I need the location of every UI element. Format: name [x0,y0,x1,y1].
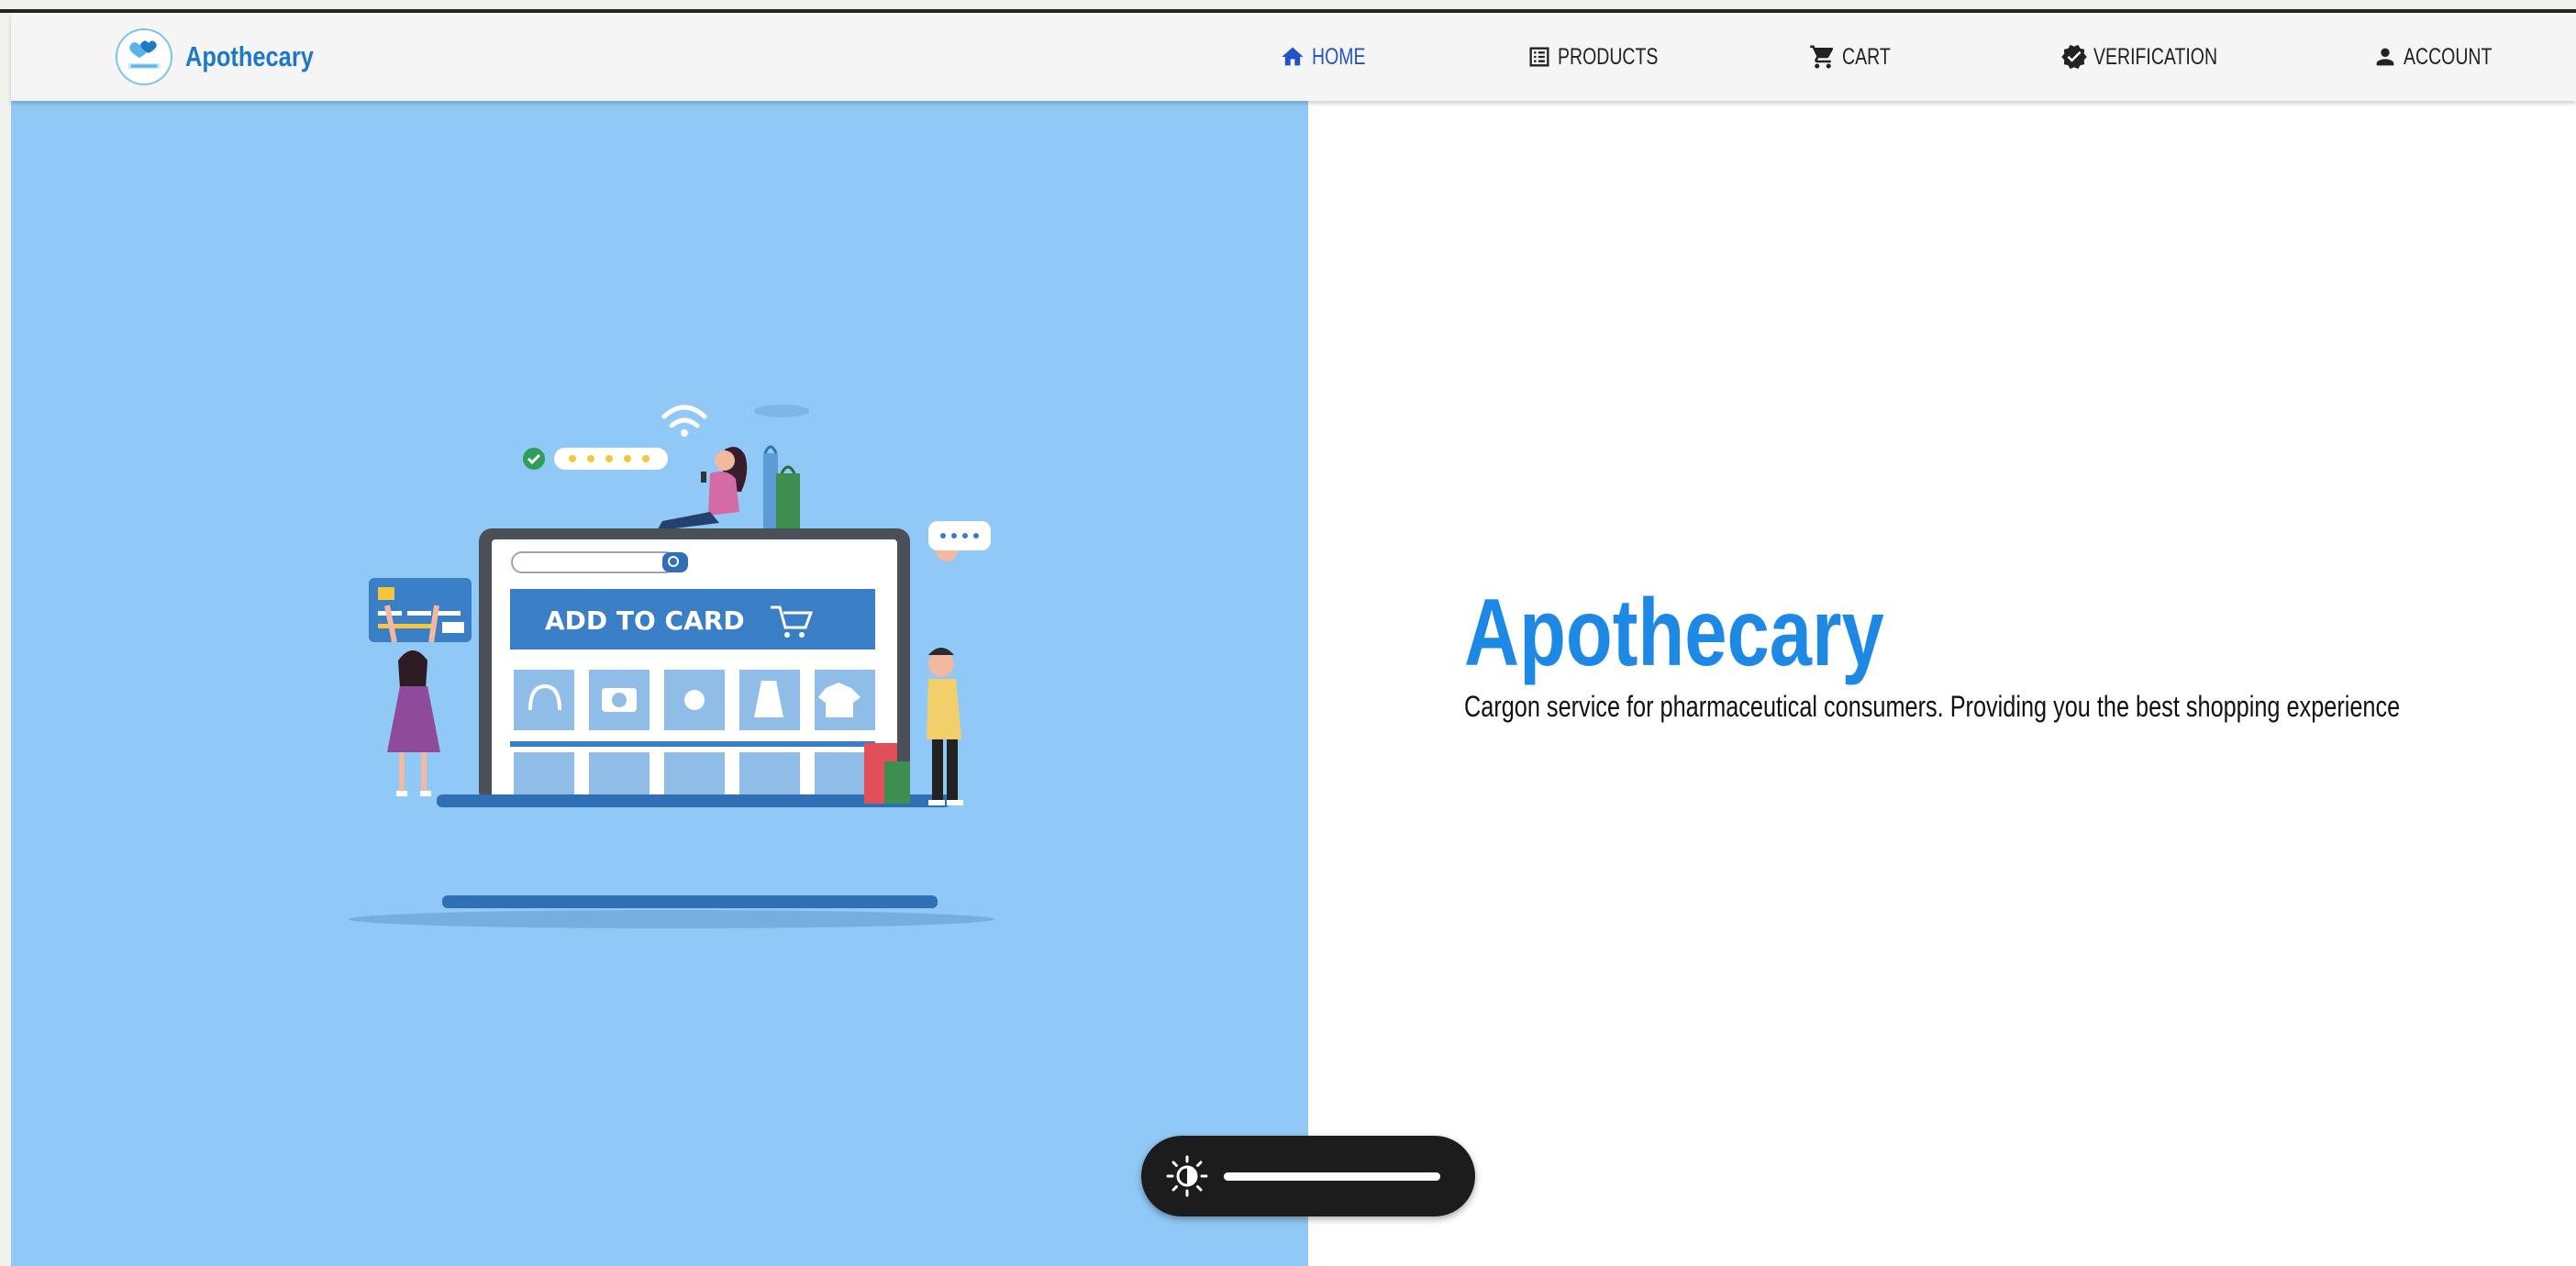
cart-icon [1810,45,1834,69]
nav-home[interactable]: HOME [1279,40,1381,73]
hero-illustration-panel: ADD TO CARD [11,101,1308,1266]
hero-subtitle: Cargon service for pharmaceutical consum… [1464,690,2401,723]
brightness-contrast-icon[interactable] [1165,1154,1209,1198]
nav-verification[interactable]: VERIFICATION [2060,40,2252,73]
top-navbar: Apothecary HOME PRODUCTS CART VERIFICATI… [11,13,2576,101]
nav-cart[interactable]: CART [1809,40,1904,73]
hero-title: Apothecary [1464,580,1884,686]
brand-name: Apothecary [185,40,314,72]
brightness-control [1141,1136,1475,1216]
nav-account-label: ACCOUNT [2404,43,2493,70]
nav-products-label: PRODUCTS [1558,43,1659,70]
online-shopping-illustration: ADD TO CARD [349,405,994,928]
window-top-edge [0,0,2576,13]
nav-products[interactable]: PRODUCTS [1527,40,1686,73]
home-icon [1282,47,1304,66]
brightness-slider[interactable] [1224,1172,1440,1181]
person-icon [2376,48,2394,66]
nav-account[interactable]: ACCOUNT [2372,40,2517,73]
list-icon [1529,47,1549,67]
nav-home-label: HOME [1312,43,1366,70]
nav-cart-label: CART [1842,43,1891,70]
brand-logo-icon [116,28,172,85]
brand-home-link[interactable]: Apothecary [116,28,342,86]
brightness-slider-fill [1224,1172,1440,1181]
app-root: Apothecary HOME PRODUCTS CART VERIFICATI… [0,0,2576,1266]
verified-badge-icon [2061,44,2087,70]
nav-verification-label: VERIFICATION [2093,43,2218,70]
illustration-banner-text: ADD TO CARD [545,605,745,636]
